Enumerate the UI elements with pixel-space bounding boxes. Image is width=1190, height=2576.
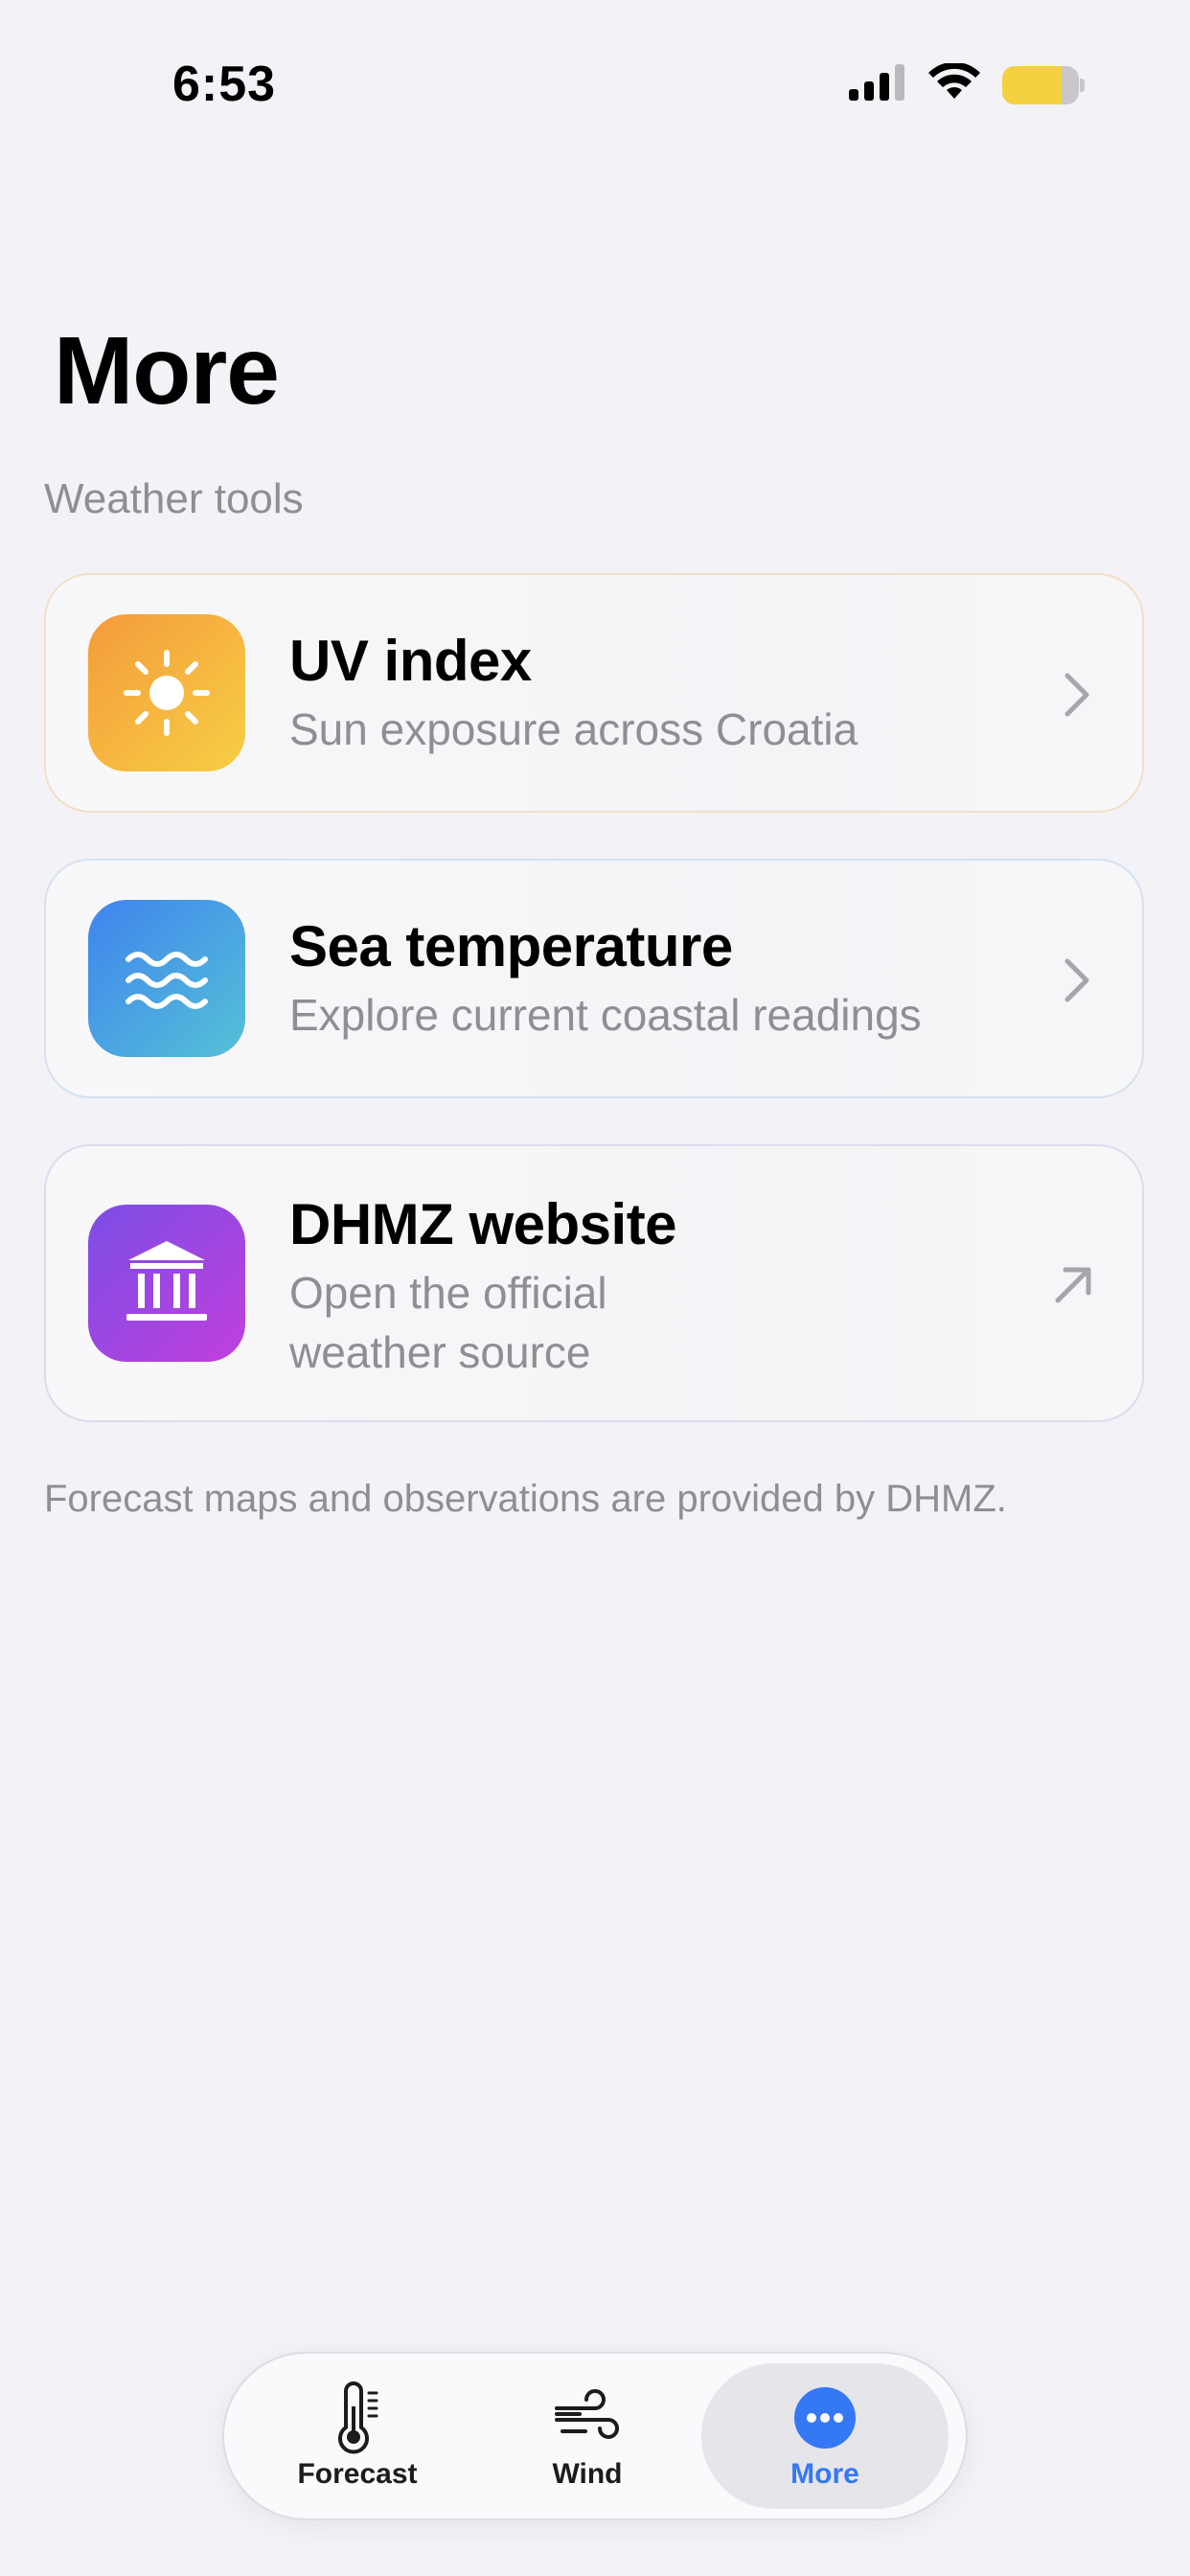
card-title: UV index: [289, 629, 532, 693]
cellular-signal-icon: [849, 64, 906, 105]
institution-icon: [88, 1205, 245, 1362]
status-time: 6:53: [172, 57, 277, 112]
tab-label: Forecast: [297, 2458, 418, 2490]
tab-label: More: [790, 2458, 859, 2490]
wifi-icon: [927, 61, 981, 106]
external-arrow-icon: [1046, 1258, 1100, 1312]
chevron-right-icon: [1050, 668, 1104, 722]
ellipsis-circle-icon: [789, 2381, 861, 2454]
card-subtitle: Explore current coastal readings: [289, 990, 922, 1040]
dhmz-website-card[interactable]: DHMZ website Open the official weather s…: [44, 1144, 1144, 1422]
status-bar: 6:53: [0, 0, 1190, 172]
chevron-right-icon: [1050, 954, 1104, 1007]
tab-forecast[interactable]: Forecast: [234, 2363, 481, 2509]
footnote: Forecast maps and observations are provi…: [44, 1478, 1007, 1520]
card-title: Sea temperature: [289, 914, 733, 978]
home-indicator: [462, 2542, 728, 2551]
card-title: DHMZ website: [289, 1192, 677, 1256]
tab-label: Wind: [552, 2458, 623, 2490]
section-label: Weather tools: [44, 475, 304, 522]
tab-wind[interactable]: Wind: [464, 2363, 711, 2509]
page-title: More: [54, 317, 280, 425]
waves-icon: [88, 900, 245, 1057]
status-icons: [849, 61, 1085, 106]
wind-icon: [551, 2381, 624, 2454]
card-text: UV index Sun exposure across Croatia: [289, 625, 858, 759]
card-subtitle: Sun exposure across Croatia: [289, 704, 858, 754]
thermometer-icon: [321, 2381, 394, 2454]
card-text: Sea temperature Explore current coastal …: [289, 910, 922, 1045]
card-text: DHMZ website Open the official weather s…: [289, 1188, 692, 1382]
tab-bar: Forecast Wind More: [222, 2352, 968, 2520]
sea-temperature-card[interactable]: Sea temperature Explore current coastal …: [44, 859, 1144, 1098]
tab-more[interactable]: More: [701, 2363, 949, 2509]
card-subtitle: Open the official weather source: [289, 1268, 607, 1377]
sun-icon: [88, 614, 245, 771]
battery-icon: [1002, 65, 1085, 104]
uv-index-card[interactable]: UV index Sun exposure across Croatia: [44, 573, 1144, 813]
